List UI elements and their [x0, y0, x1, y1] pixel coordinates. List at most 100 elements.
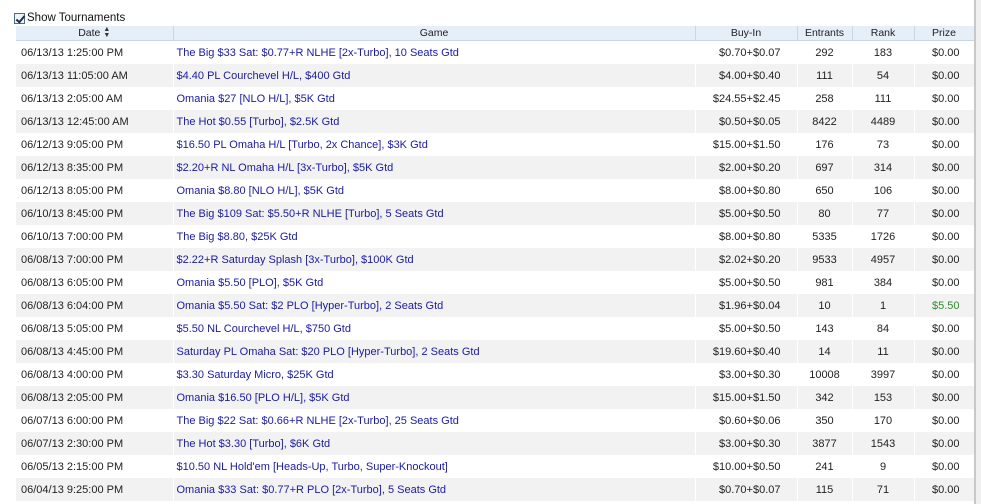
- cell-buyin: $8.00+$0.80: [695, 179, 798, 202]
- cell-buyin: $5.00+$0.50: [695, 271, 798, 294]
- cell-buyin: $1.96+$0.04: [695, 294, 798, 317]
- table-body: 06/13/13 1:25:00 PM The Big $33 Sat: $0.7…: [16, 40, 974, 501]
- table-row[interactable]: 06/12/13 8:35:00 PM $2.20+R NL Omaha H/L …: [16, 156, 974, 179]
- game-link[interactable]: $16.50 PL Omaha H/L [Turbo, 2x Chance], …: [177, 139, 428, 151]
- cell-entrants: 650: [797, 179, 853, 202]
- table-row[interactable]: 06/13/13 2:05:00 AM Omania $27 [NLO H/L],…: [16, 87, 974, 110]
- cell-entrants: 697: [797, 156, 853, 179]
- game-link[interactable]: The Big $22 Sat: $0.66+R NLHE [2x-Turbo]…: [177, 415, 459, 427]
- cell-buyin: $3.00+$0.30: [695, 363, 798, 386]
- table-row[interactable]: 06/10/13 7:00:00 PM The Big $8.80, $25K G…: [16, 225, 974, 248]
- column-header-game[interactable]: Game: [173, 26, 696, 41]
- column-header-entrants[interactable]: Entrants: [797, 26, 853, 41]
- game-link[interactable]: $2.20+R NL Omaha H/L [3x-Turbo], $5K Gtd: [177, 162, 394, 174]
- table-row[interactable]: 06/12/13 8:05:00 PM Omania $8.80 [NLO H/L…: [16, 179, 974, 202]
- game-link[interactable]: Omania $27 [NLO H/L], $5K Gtd: [177, 93, 335, 105]
- cell-buyin: $8.00+$0.80: [695, 225, 798, 248]
- game-link[interactable]: $5.50 NL Courchevel H/L, $750 Gtd: [177, 323, 351, 335]
- game-link[interactable]: $4.40 PL Courchevel H/L, $400 Gtd: [177, 70, 351, 82]
- cell-rank: 54: [852, 64, 915, 87]
- cell-buyin: $24.55+$2.45: [695, 87, 798, 110]
- game-link[interactable]: $10.50 NL Hold'em [Heads-Up, Turbo, Supe…: [177, 461, 448, 473]
- table-row[interactable]: 06/08/13 7:00:00 PM $2.22+R Saturday Spla…: [16, 248, 974, 271]
- game-link[interactable]: The Hot $0.55 [Turbo], $2.5K Gtd: [177, 116, 340, 128]
- column-header-date[interactable]: Date ▲ ▼: [16, 26, 174, 41]
- cell-prize: $0.00: [914, 432, 974, 455]
- game-link[interactable]: The Big $33 Sat: $0.77+R NLHE [2x-Turbo]…: [177, 47, 459, 59]
- table-header-row: Date ▲ ▼ Game Buy-In Entrants Rank Prize: [16, 26, 974, 41]
- column-header-prize[interactable]: Prize: [914, 26, 974, 41]
- game-link[interactable]: $2.22+R Saturday Splash [3x-Turbo], $100…: [177, 254, 414, 266]
- game-link[interactable]: The Big $109 Sat: $5.50+R NLHE [Turbo], …: [177, 208, 444, 220]
- cell-rank: 9: [852, 455, 915, 478]
- table-row[interactable]: 06/08/13 6:04:00 PM Omania $5.50 Sat: $2 …: [16, 294, 974, 317]
- table-row[interactable]: 06/05/13 2:15:00 PM $10.50 NL Hold'em [He…: [16, 455, 974, 478]
- game-link[interactable]: The Hot $3.30 [Turbo], $6K Gtd: [177, 438, 331, 450]
- game-link[interactable]: The Big $8.80, $25K Gtd: [177, 231, 298, 243]
- cell-prize: $0.00: [914, 64, 974, 87]
- cell-date: 06/12/13 9:05:00 PM: [16, 133, 174, 156]
- game-link[interactable]: Omania $8.80 [NLO H/L], $5K Gtd: [177, 185, 345, 197]
- cell-game: $2.20+R NL Omaha H/L [3x-Turbo], $5K Gtd: [173, 156, 696, 179]
- column-header-buyin[interactable]: Buy-In: [695, 26, 798, 41]
- table-row[interactable]: 06/07/13 6:00:00 PM The Big $22 Sat: $0.6…: [16, 409, 974, 432]
- game-link[interactable]: Omania $5.50 Sat: $2 PLO [Hyper-Turbo], …: [177, 300, 444, 312]
- table-row[interactable]: 06/08/13 4:45:00 PM Saturday PL Omaha Sat…: [16, 340, 974, 363]
- game-link[interactable]: Omania $33 Sat: $0.77+R PLO [2x-Turbo], …: [177, 484, 447, 496]
- game-link[interactable]: Saturday PL Omaha Sat: $20 PLO [Hyper-Tu…: [177, 346, 480, 358]
- cell-buyin: $4.00+$0.40: [695, 64, 798, 87]
- table-row[interactable]: 06/10/13 8:45:00 PM The Big $109 Sat: $5.…: [16, 202, 974, 225]
- cell-game: The Big $22 Sat: $0.66+R NLHE [2x-Turbo]…: [173, 409, 696, 432]
- cell-entrants: 3877: [797, 432, 853, 455]
- table-row[interactable]: 06/08/13 6:05:00 PM Omania $5.50 [PLO], $…: [16, 271, 974, 294]
- cell-rank: 170: [852, 409, 915, 432]
- cell-entrants: 14: [797, 340, 853, 363]
- cell-prize: $0.00: [914, 386, 974, 409]
- cell-date: 06/08/13 5:05:00 PM: [16, 317, 174, 340]
- cell-game: $4.40 PL Courchevel H/L, $400 Gtd: [173, 64, 696, 87]
- table-row[interactable]: 06/08/13 4:00:00 PM $3.30 Saturday Micro,…: [16, 363, 974, 386]
- cell-prize: $0.00: [914, 87, 974, 110]
- table-row[interactable]: 06/12/13 9:05:00 PM $16.50 PL Omaha H/L […: [16, 133, 974, 156]
- column-header-rank[interactable]: Rank: [852, 26, 915, 41]
- table-row[interactable]: 06/04/13 9:25:00 PM Omania $33 Sat: $0.77…: [16, 478, 974, 501]
- cell-date: 06/13/13 11:05:00 AM: [16, 64, 174, 87]
- table-row[interactable]: 06/13/13 11:05:00 AM $4.40 PL Courchevel …: [16, 64, 974, 87]
- cell-rank: 106: [852, 179, 915, 202]
- column-header-date-label: Date: [78, 26, 101, 39]
- show-tournaments-checkbox[interactable]: [14, 12, 25, 24]
- cell-prize: $0.00: [914, 133, 974, 156]
- table-row[interactable]: 06/08/13 5:05:00 PM $5.50 NL Courchevel H…: [16, 317, 974, 340]
- cell-rank: 1726: [852, 225, 915, 248]
- show-tournaments-toggle[interactable]: Show Tournaments: [14, 10, 125, 26]
- cell-buyin: $5.00+$0.50: [695, 202, 798, 225]
- game-link[interactable]: Omania $5.50 [PLO], $5K Gtd: [177, 277, 324, 289]
- table-row[interactable]: 06/13/13 12:45:00 AM The Hot $0.55 [Turbo…: [16, 110, 974, 133]
- show-tournaments-label: Show Tournaments: [27, 12, 126, 24]
- table-row[interactable]: 06/07/13 2:30:00 PM The Hot $3.30 [Turbo]…: [16, 432, 974, 455]
- cell-rank: 384: [852, 271, 915, 294]
- cell-entrants: 258: [797, 87, 853, 110]
- cell-rank: 1: [852, 294, 915, 317]
- cell-entrants: 143: [797, 317, 853, 340]
- cell-game: The Hot $0.55 [Turbo], $2.5K Gtd: [173, 110, 696, 133]
- cell-entrants: 292: [797, 40, 853, 64]
- game-link[interactable]: $3.30 Saturday Micro, $25K Gtd: [177, 369, 334, 381]
- cell-game: Omania $27 [NLO H/L], $5K Gtd: [173, 87, 696, 110]
- cell-game: The Hot $3.30 [Turbo], $6K Gtd: [173, 432, 696, 455]
- scrollbar-track[interactable]: [976, 0, 981, 504]
- cell-date: 06/07/13 2:30:00 PM: [16, 432, 174, 455]
- cell-date: 06/12/13 8:05:00 PM: [16, 179, 174, 202]
- cell-game: Saturday PL Omaha Sat: $20 PLO [Hyper-Tu…: [173, 340, 696, 363]
- cell-entrants: 350: [797, 409, 853, 432]
- cell-game: $3.30 Saturday Micro, $25K Gtd: [173, 363, 696, 386]
- table-row[interactable]: 06/13/13 1:25:00 PM The Big $33 Sat: $0.7…: [16, 40, 974, 64]
- cell-buyin: $19.60+$0.40: [695, 340, 798, 363]
- cell-prize: $0.00: [914, 179, 974, 202]
- cell-buyin: $10.00+$0.50: [695, 455, 798, 478]
- cell-entrants: 111: [797, 64, 853, 87]
- game-link[interactable]: Omania $16.50 [PLO H/L], $5K Gtd: [177, 392, 350, 404]
- cell-prize: $0.00: [914, 455, 974, 478]
- table-row[interactable]: 06/08/13 2:05:00 PM Omania $16.50 [PLO H/…: [16, 386, 974, 409]
- cell-entrants: 981: [797, 271, 853, 294]
